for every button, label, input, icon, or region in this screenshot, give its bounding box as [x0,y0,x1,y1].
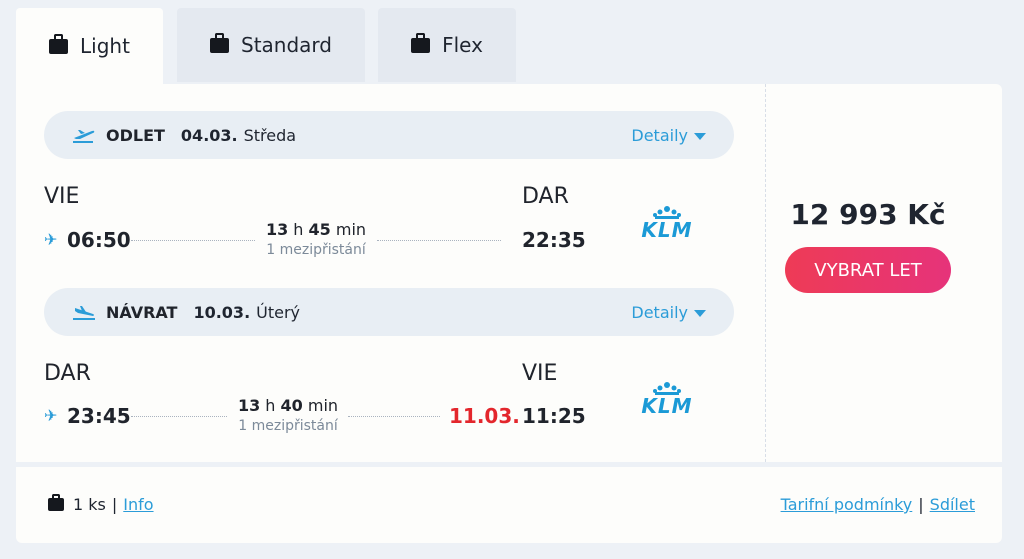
footer-links: Tarifní podmínky | Sdílet [781,495,975,514]
suitcase-icon [49,33,69,54]
outbound-header: ODLET 04.03. Středa Detaily [44,111,734,159]
segment-date: 04.03. [180,125,238,145]
details-label: Detaily [631,302,688,322]
airline-name: KLM [641,394,693,418]
flight-duration: 13 h 45 min [265,220,367,239]
airline-logo: KLM [637,382,697,422]
fare-terms-link[interactable]: Tarifní podmínky [781,495,913,514]
stops-info: 1 mezipřistání [266,242,366,258]
departure-time: 23:45 [67,404,131,428]
tab-light[interactable]: Light [16,8,163,84]
share-link[interactable]: Sdílet [930,495,975,514]
chevron-down-icon [694,309,706,317]
plane-icon: ✈ [44,406,58,425]
segment-label: NÁVRAT [106,302,178,322]
route-line [131,416,227,417]
tab-label: Light [80,34,130,58]
stops-info: 1 mezipřistání [238,418,338,434]
plane-landing-icon [73,306,95,320]
separator: | [111,495,118,514]
suitcase-icon [411,32,431,53]
segment-label: ODLET [106,125,165,145]
segment-date: 10.03. [193,302,251,322]
inbound-details-link[interactable]: Detaily [631,303,706,322]
card-footer: 1 ks | Info Tarifní podmínky | Sdílet [16,467,1002,543]
route-line [131,240,255,241]
arrival-date-next-day: 11.03. [449,404,520,428]
chevron-down-icon [694,132,706,140]
baggage-count: 1 ks [73,495,106,514]
tab-label: Standard [241,33,332,57]
flight-duration: 13 h 40 min [237,396,339,415]
arrival-time: 22:35 [522,228,586,252]
divider [765,84,766,462]
plane-icon: ✈ [44,230,58,249]
airline-name: KLM [641,218,693,242]
select-flight-button[interactable]: VYBRAT LET [785,247,951,293]
suitcase-icon [48,494,64,511]
route-line [348,416,440,417]
details-label: Detaily [631,125,688,145]
outbound-details-link[interactable]: Detaily [631,126,706,145]
departure-airport: VIE [44,184,80,209]
arrival-airport: DAR [522,184,569,209]
tab-flex[interactable]: Flex [378,8,516,82]
info-link[interactable]: Info [123,495,153,514]
tab-label: Flex [442,33,483,57]
arrival-time: 11:25 [522,404,586,428]
route-line [377,240,501,241]
arrival-airport: VIE [522,361,558,386]
price: 12 993 Kč [790,198,946,231]
baggage-info: 1 ks | Info [48,494,154,514]
departure-airport: DAR [44,361,91,386]
departure-time: 06:50 [67,228,131,252]
plane-takeoff-icon [73,130,95,143]
segment-day: Středa [243,125,297,145]
segment-day: Úterý [256,302,301,322]
airline-logo: KLM [637,206,697,246]
separator: | [918,495,924,514]
tab-standard[interactable]: Standard [177,8,365,82]
inbound-header: NÁVRAT 10.03. Úterý Detaily [44,288,734,336]
suitcase-icon [210,32,229,53]
